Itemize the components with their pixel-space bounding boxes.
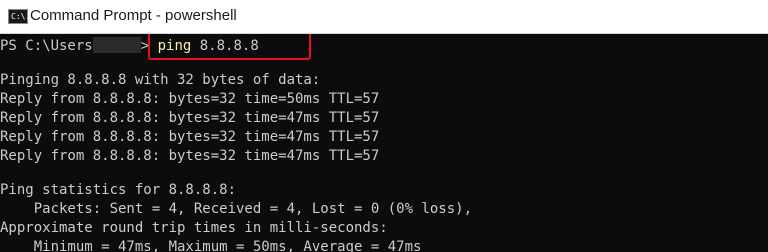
output-line: Packets: Sent = 4, Received = 4, Lost = … — [0, 201, 473, 217]
output-line: Reply from 8.8.8.8: bytes=32 time=47ms T… — [0, 129, 380, 145]
title-bar[interactable]: C:\. Command Prompt - powershell — [0, 0, 768, 34]
prompt-path: PS C:\Users — [0, 38, 93, 54]
redacted-username — [92, 37, 141, 53]
output-line: Reply from 8.8.8.8: bytes=32 time=50ms T… — [0, 91, 380, 107]
command-highlight-box — [148, 34, 311, 60]
window-title: Command Prompt - powershell — [30, 7, 237, 24]
output-line: Pinging 8.8.8.8 with 32 bytes of data: — [0, 72, 321, 88]
output-line: Approximate round trip times in milli-se… — [0, 220, 388, 236]
output-line: Reply from 8.8.8.8: bytes=32 time=47ms T… — [0, 110, 380, 126]
console-icon: C:\. — [8, 9, 30, 24]
output-line: Reply from 8.8.8.8: bytes=32 time=47ms T… — [0, 148, 380, 164]
console-output-area[interactable]: PS C:\Users > ping 8.8.8.8 Pinging 8.8.8.… — [0, 34, 768, 252]
output-line: Minimum = 47ms, Maximum = 50ms, Average … — [0, 239, 422, 252]
output-line: Ping statistics for 8.8.8.8: — [0, 182, 237, 198]
